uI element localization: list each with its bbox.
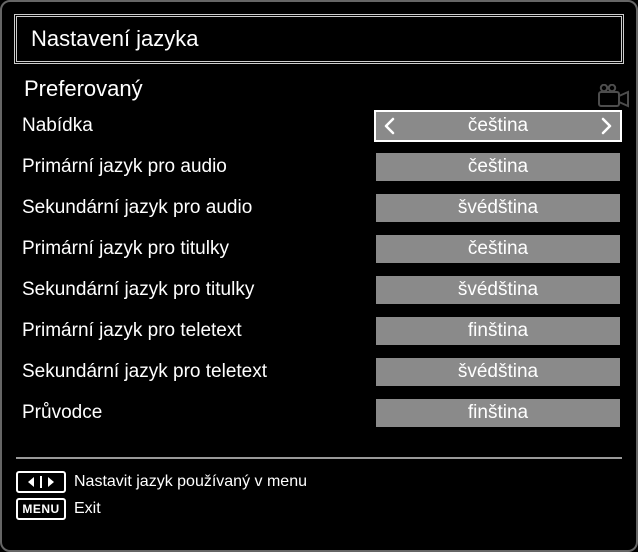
menu-button-icon: MENU	[16, 498, 66, 520]
divider	[16, 457, 622, 459]
setting-label: Nabídka	[18, 115, 376, 137]
setting-row[interactable]: Sekundární jazyk pro audio švédština	[18, 194, 620, 222]
setting-label: Primární jazyk pro audio	[18, 156, 376, 178]
setting-row[interactable]: Primární jazyk pro titulky čeština	[18, 235, 620, 263]
setting-value: finština	[468, 402, 528, 424]
value-selector[interactable]: finština	[376, 317, 620, 345]
value-selector[interactable]: čeština	[376, 153, 620, 181]
setting-label: Primární jazyk pro teletext	[18, 320, 376, 342]
value-selector[interactable]: čeština	[376, 235, 620, 263]
setting-value: švédština	[458, 361, 538, 383]
title-box: Nastavení jazyka	[14, 14, 624, 64]
setting-label: Sekundární jazyk pro titulky	[18, 279, 376, 301]
value-selector[interactable]: finština	[376, 399, 620, 427]
setting-row[interactable]: Primární jazyk pro audio čeština	[18, 153, 620, 181]
setting-row[interactable]: Sekundární jazyk pro titulky švédština	[18, 276, 620, 304]
setting-value: čeština	[468, 238, 528, 260]
setting-value: švédština	[458, 279, 538, 301]
page-title: Nastavení jazyka	[31, 26, 607, 52]
value-selector[interactable]: švédština	[376, 276, 620, 304]
setting-value: čeština	[468, 115, 528, 137]
chevron-right-icon[interactable]	[596, 112, 618, 140]
section-heading: Preferovaný	[14, 72, 624, 112]
value-selector[interactable]: švédština	[376, 358, 620, 386]
hint-menu-text: Exit	[74, 500, 101, 518]
hint-nav-text: Nastavit jazyk používaný v menu	[74, 473, 307, 491]
chevron-left-icon[interactable]	[378, 112, 400, 140]
hint-row-nav: Nastavit jazyk používaný v menu	[16, 471, 622, 493]
setting-label: Primární jazyk pro titulky	[18, 238, 376, 260]
setting-row[interactable]: Primární jazyk pro teletext finština	[18, 317, 620, 345]
hints: Nastavit jazyk používaný v menu MENU Exi…	[14, 467, 624, 520]
setting-value: finština	[468, 320, 528, 342]
setting-row[interactable]: Nabídka čeština	[18, 112, 620, 140]
settings-screen: Nastavení jazyka Preferovaný Nabídka češt…	[0, 0, 638, 552]
hint-row-menu: MENU Exit	[16, 498, 622, 520]
value-selector[interactable]: čeština	[376, 112, 620, 140]
setting-row[interactable]: Průvodce finština	[18, 399, 620, 427]
setting-label: Průvodce	[18, 402, 376, 424]
settings-rows: Nabídka čeština Primární jazyk pro audio če…	[14, 112, 624, 427]
value-selector[interactable]: švédština	[376, 194, 620, 222]
setting-row[interactable]: Sekundární jazyk pro teletext švédština	[18, 358, 620, 386]
camera-icon	[598, 84, 632, 112]
left-right-icon	[16, 471, 66, 493]
setting-label: Sekundární jazyk pro audio	[18, 197, 376, 219]
setting-value: švédština	[458, 197, 538, 219]
setting-label: Sekundární jazyk pro teletext	[18, 361, 376, 383]
setting-value: čeština	[468, 156, 528, 178]
